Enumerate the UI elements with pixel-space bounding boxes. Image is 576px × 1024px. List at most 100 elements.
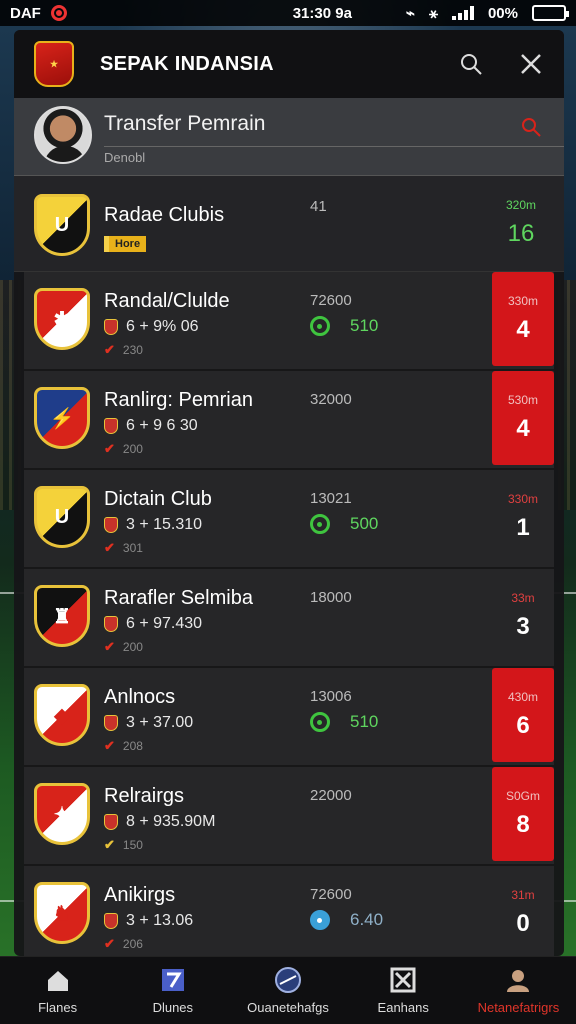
club-meta-text: 3 + 37.00: [126, 714, 194, 731]
club-stat-value: 510: [350, 712, 379, 731]
club-meta: 3 + 37.00: [104, 714, 193, 732]
rank-caption: 33m: [511, 591, 535, 605]
club-crest: ⚡: [34, 387, 90, 449]
transfer-subheader: Transfer Pemrain Denobl: [14, 98, 564, 176]
mini-crest-icon: [104, 517, 118, 533]
carrier-label: DAF: [10, 4, 41, 22]
club-sub-text: 200: [122, 442, 143, 456]
mini-crest-icon: [104, 319, 118, 335]
club-mid-value: 72600: [310, 292, 352, 309]
club-sub: ✔ 200: [104, 639, 143, 655]
club-row[interactable]: U Dictain Club 3 + 15.310 ✔ 301 13021 500 330m 1: [24, 470, 554, 569]
club-row[interactable]: ◆ Anlnocs 3 + 37.00 ✔ 208 13006 510 430m 6: [24, 668, 554, 767]
mini-crest-icon: [104, 913, 118, 929]
club-stat: 6.40: [310, 910, 383, 930]
club-mid-value: 13006: [310, 688, 352, 705]
club-stat: 500: [310, 514, 378, 534]
nav-label: Ouanetehafgs: [247, 1000, 329, 1015]
nav-item-bracket[interactable]: Eanhans: [346, 957, 461, 1024]
transfer-panel: ★ SEPAK INDANSIA Transfer Pemrain Denobl…: [14, 30, 564, 956]
club-meta-text: 3 + 15.310: [126, 516, 203, 533]
rank-box: 430m 6: [492, 668, 554, 762]
club-meta: 8 + 935.90M: [104, 813, 215, 831]
rank-value: 6: [516, 712, 530, 739]
club-row[interactable]: ✱ Randal/Clulde 6 + 9% 06 ✔ 230 72600 510 330m 4: [24, 272, 554, 371]
nav-item-home[interactable]: Flanes: [0, 957, 115, 1024]
club-name: Dictain Club: [104, 488, 212, 510]
club-meta-text: 6 + 9% 06: [126, 318, 199, 335]
mini-crest-icon: [104, 616, 118, 632]
mini-crest-icon: [104, 814, 118, 830]
rank-value: 1: [516, 514, 530, 541]
nav-item-profile[interactable]: Netanefatrigrs: [461, 957, 576, 1024]
club-meta-text: 6 + 97.430: [126, 615, 203, 632]
bottom-nav: Flanes Dlunes Ouanetehafgs Eanhans Netanefat…: [0, 956, 576, 1024]
club-sub: ✔ 301: [104, 540, 143, 556]
club-meta: 3 + 15.310: [104, 516, 202, 534]
rank-caption: 330m: [507, 492, 539, 506]
club-stat-value: 500: [350, 514, 379, 533]
club-list: ✱ Randal/Clulde 6 + 9% 06 ✔ 230 72600 510 330m 4…: [14, 272, 564, 956]
rank-box: 530m 4: [492, 371, 554, 465]
club-sub: ✔ 208: [104, 738, 143, 754]
check-icon: ✔: [104, 936, 115, 951]
nav-item-ball[interactable]: Ouanetehafgs: [230, 957, 345, 1024]
club-meta-text: 8 + 935.90M: [126, 813, 216, 830]
profile-icon: [504, 966, 532, 994]
club-meta: 3 + 13.06: [104, 912, 193, 930]
section-title: Transfer Pemrain: [104, 112, 266, 135]
nav-item-calendar[interactable]: Dlunes: [115, 957, 230, 1024]
nav-label: Eanhans: [377, 1000, 429, 1015]
featured-club-row[interactable]: U Radae Clubis Hore 41 320m 16: [14, 176, 564, 272]
club-name: Anikirgs: [104, 884, 176, 906]
status-ring-icon: [310, 910, 330, 930]
check-icon: ✔: [104, 342, 115, 357]
mini-crest-icon: [104, 715, 118, 731]
ball-icon: [274, 966, 302, 994]
club-name: Ranlirg: Pemrian: [104, 389, 253, 411]
club-row[interactable]: ♞ Anikirgs 3 + 13.06 ✔ 206 72600 6.40 31m 0: [24, 866, 554, 956]
app-header: ★ SEPAK INDANSIA: [14, 30, 564, 98]
club-meta: 6 + 9 6 30: [104, 417, 198, 435]
battery-icon: [532, 5, 569, 21]
search-icon[interactable]: [458, 51, 484, 77]
club-sub-text: 200: [122, 640, 143, 654]
club-sub: ✔ 150: [104, 837, 143, 853]
club-sub-text: 206: [122, 937, 143, 951]
club-mid-value: 41: [310, 198, 327, 215]
avatar[interactable]: [34, 106, 92, 164]
rank-caption: 530m: [507, 393, 539, 407]
club-name: Rarafler Selmiba: [104, 587, 253, 609]
rank-caption: 430m: [507, 690, 539, 704]
club-row[interactable]: ♜ Rarafler Selmiba 6 + 97.430 ✔ 200 18000 33m 3: [24, 569, 554, 668]
club-sub: ✔ 206: [104, 936, 143, 952]
club-row[interactable]: ⚡ Ranlirg: Pemrian 6 + 9 6 30 ✔ 200 32000 530m…: [24, 371, 554, 470]
club-crest: ♜: [34, 585, 90, 647]
rank-box: 330m 1: [492, 470, 554, 564]
rank-value: 4: [516, 316, 530, 343]
nav-label: Dlunes: [152, 1000, 194, 1015]
club-crest: ✱: [34, 288, 90, 350]
rank-box: 31m 0: [492, 866, 554, 956]
club-mid-value: 13021: [310, 490, 352, 507]
signal-icon: [451, 6, 474, 20]
club-tag: Hore: [104, 236, 147, 252]
nav-label: Flanes: [38, 1000, 78, 1015]
rank-box: 330m 4: [492, 272, 554, 366]
club-meta: 6 + 9% 06: [104, 318, 199, 336]
club-sub-text: 150: [122, 838, 143, 852]
club-row[interactable]: ✦ Relrairgs 8 + 935.90M ✔ 150 22000 S0Gm 8: [24, 767, 554, 866]
club-sub-text: 230: [122, 343, 143, 357]
club-crest: ✦: [34, 783, 90, 845]
rank-box: 33m 3: [492, 569, 554, 663]
check-icon: ✔: [104, 441, 115, 456]
clock: 31:30 9a: [292, 4, 352, 22]
club-stat: 510: [310, 316, 378, 336]
close-icon[interactable]: [518, 51, 544, 77]
filter-search-icon[interactable]: [520, 116, 542, 143]
rank-caption: S0Gm: [505, 789, 540, 803]
rank-caption: 31m: [511, 888, 535, 902]
club-name: Randal/Clulde: [104, 290, 230, 312]
club-sub: ✔ 200: [104, 441, 143, 457]
record-icon: [50, 5, 67, 21]
